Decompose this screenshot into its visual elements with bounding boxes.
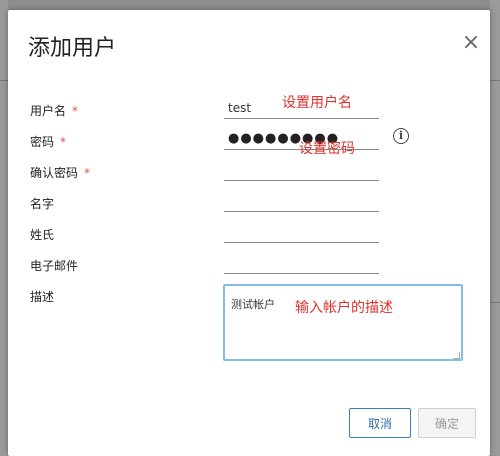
ok-button[interactable]: 确定 <box>418 408 476 438</box>
password-label-text: 密码 <box>30 135 55 149</box>
email-input[interactable] <box>224 252 379 274</box>
description-annotation: 输入帐户的描述 <box>295 300 393 316</box>
password-label: 密码 * <box>30 133 66 150</box>
background-divider <box>490 80 500 81</box>
confirm-password-label-text: 确认密码 <box>30 166 79 180</box>
required-mark: * <box>60 135 67 149</box>
confirm-password-label: 确认密码 * <box>30 164 90 181</box>
last-name-input[interactable] <box>224 221 379 243</box>
confirm-password-input[interactable] <box>224 159 379 181</box>
first-name-input[interactable] <box>224 190 379 212</box>
background-divider <box>490 302 500 303</box>
description-textarea[interactable]: 测试帐户 <box>223 284 463 361</box>
description-label: 描述 <box>30 290 55 304</box>
background-divider <box>0 80 8 81</box>
last-name-label: 姓氏 <box>30 228 55 242</box>
add-user-dialog: 添加用户 × 用户名* 密码* ●●●●●●●●● i 确认密码* 名字 姓氏 … <box>8 10 490 456</box>
info-icon[interactable]: i <box>393 128 409 144</box>
username-label: 用户名 * <box>30 102 78 119</box>
cancel-button[interactable]: 取消 <box>349 408 411 438</box>
required-mark: * <box>84 166 91 180</box>
username-annotation: 设置用户名 <box>282 95 352 111</box>
background-page-left <box>0 0 8 456</box>
required-mark: * <box>72 104 79 118</box>
password-annotation: 设置密码 <box>299 141 355 157</box>
close-icon[interactable]: × <box>460 32 482 54</box>
background-page-right <box>490 0 500 456</box>
dialog-title: 添加用户 <box>28 36 117 61</box>
username-label-text: 用户名 <box>30 104 67 118</box>
first-name-label: 名字 <box>30 197 55 211</box>
email-label: 电子邮件 <box>30 259 79 273</box>
resize-grip-icon[interactable] <box>453 352 460 359</box>
